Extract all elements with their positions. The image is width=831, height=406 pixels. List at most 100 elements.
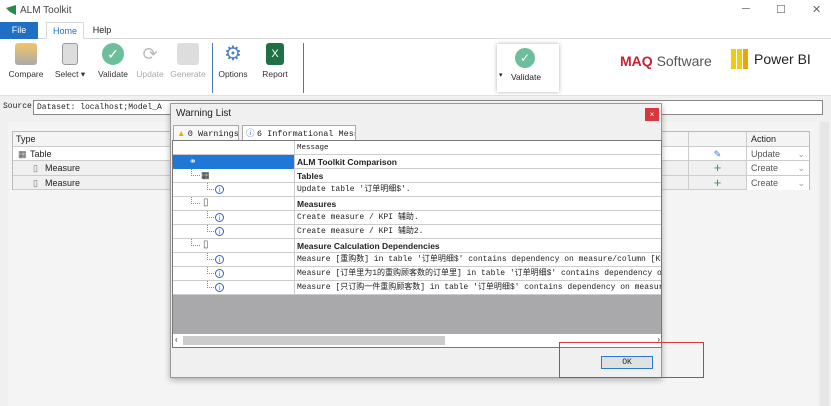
tab-warnings[interactable]: ▲ 0 Warnings xyxy=(173,125,239,140)
options-button[interactable]: ⚙ Options xyxy=(212,43,254,79)
report-label: Report xyxy=(262,69,288,79)
tree-line xyxy=(207,183,214,190)
measure-icon: ▯ xyxy=(33,163,38,173)
minimize-button[interactable]: ─ xyxy=(742,3,750,15)
gear-icon: ⚙ xyxy=(224,43,242,65)
row-type: Measure xyxy=(45,163,81,173)
message-text: Create measure / KPI 辅助. xyxy=(297,213,419,222)
tree-cell: ⚭ xyxy=(173,155,295,169)
validate-button[interactable]: ✓ Validate xyxy=(92,43,134,79)
chevron-down-icon: ▾ xyxy=(80,69,86,79)
info-icon: i xyxy=(215,185,224,194)
message-header: Message xyxy=(297,144,329,152)
tree-row[interactable]: ▯ Measures xyxy=(173,197,661,211)
scroll-left-icon[interactable]: ‹ xyxy=(175,335,178,344)
checklist-icon xyxy=(62,43,78,65)
action-dropdown[interactable]: Update ⌄ xyxy=(746,146,809,161)
row-type: Measure xyxy=(45,177,81,188)
tree-cell: i xyxy=(173,211,295,225)
message-text: Tables xyxy=(297,171,324,181)
tree-row[interactable]: ▦ Tables xyxy=(173,169,661,183)
tree-row[interactable]: i Measure [只订购一件重购顾客数] in table '订单明细$' c… xyxy=(173,281,662,295)
refresh-icon: ⟳ xyxy=(142,44,158,64)
tree-row[interactable]: ▯ Measure Calculation Dependencies xyxy=(173,239,661,253)
tree-line xyxy=(191,197,200,204)
script-icon xyxy=(177,43,199,65)
tree-cell: ▦ xyxy=(173,169,295,183)
generate-script-button[interactable]: Generate xyxy=(167,43,209,79)
tree-line xyxy=(207,267,214,274)
tree-line xyxy=(191,239,200,246)
tree-row[interactable]: i Update table '订单明细$'. xyxy=(173,183,661,197)
info-icon: i xyxy=(215,255,224,264)
comparison-icon: ⚭ xyxy=(189,156,197,166)
tree-cell: i xyxy=(173,183,295,197)
close-window-button[interactable]: ✕ xyxy=(812,3,821,16)
report-differences-button[interactable]: X Report xyxy=(254,43,296,79)
measure-icon: ▯ xyxy=(203,239,209,250)
maximize-button[interactable]: ☐ xyxy=(776,3,786,16)
tab-file[interactable]: File xyxy=(0,22,38,39)
message-text: Update table '订单明细$'. xyxy=(297,185,411,194)
tree-line xyxy=(191,169,200,176)
info-icon: i xyxy=(215,213,224,222)
tree-row[interactable]: i Create measure / KPI 辅助. xyxy=(173,211,661,225)
tree-cell: i xyxy=(173,281,295,295)
message-text: Measure [重购数] in table '订单明细$' contains … xyxy=(297,255,662,264)
message-text: ALM Toolkit Comparison xyxy=(297,157,397,167)
tree-row[interactable]: i Create measure / KPI 辅助2. xyxy=(173,225,661,239)
table-icon: ▦ xyxy=(18,148,27,159)
tab-info-label: 6 Informational Messag xyxy=(256,129,355,139)
tree-row[interactable]: ⚭ ALM Toolkit Comparison xyxy=(173,155,661,169)
select-actions-button[interactable]: Select ▾ xyxy=(49,43,91,80)
vertical-scrollbar[interactable] xyxy=(820,122,829,406)
compare-label: Compare xyxy=(8,69,44,79)
update-button[interactable]: ⟳ Update xyxy=(129,43,171,79)
measure-icon: ▯ xyxy=(33,177,38,188)
plus-icon: + xyxy=(688,161,746,175)
tree-cell: ▯ xyxy=(173,197,295,211)
tab-informational[interactable]: ⓘ 6 Informational Messag xyxy=(242,125,356,140)
message-text: Measure [订单里为1的重购顾客数的订单里] in table '订单明细… xyxy=(297,269,662,278)
action-value: Create xyxy=(751,177,779,188)
tab-home[interactable]: Home xyxy=(46,22,84,39)
action-dropdown[interactable]: Create ⌄ xyxy=(746,161,809,175)
tree-cell: ▯ xyxy=(173,239,295,253)
type-header: Type xyxy=(16,134,36,144)
floating-validate-popup: ✓ ▾ Validate xyxy=(497,44,559,92)
action-dropdown[interactable]: Create ⌄ xyxy=(746,175,809,190)
source-label: Source xyxy=(3,102,32,111)
tree-cell: i xyxy=(173,253,295,267)
info-icon: i xyxy=(215,227,224,236)
list-header: Message xyxy=(173,141,661,155)
action-header: Action xyxy=(746,132,776,146)
powerbi-text: Power BI xyxy=(754,51,811,67)
info-icon: i xyxy=(215,269,224,278)
table-icon: ▦ xyxy=(201,170,210,180)
plus-icon: + xyxy=(688,175,746,190)
info-icon: i xyxy=(215,283,224,292)
warning-list-dialog: Warning List × ▲ 0 Warnings ⓘ 6 Informat… xyxy=(170,103,662,378)
tree-row[interactable]: i Measure [重购数] in table '订单明细$' contains… xyxy=(173,253,662,267)
checkmark-icon: ✓ xyxy=(102,43,124,65)
app-logo-icon xyxy=(6,5,16,15)
scrollbar-thumb[interactable] xyxy=(183,336,445,345)
options-label: Options xyxy=(218,69,248,79)
window-title: ALM Toolkit xyxy=(20,5,72,16)
info-icon: ⓘ xyxy=(246,128,255,138)
validate-button[interactable]: Validate xyxy=(511,72,541,82)
action-value: Create xyxy=(751,163,779,173)
generate-label: Generate xyxy=(170,69,206,79)
message-text: Measure [只订购一件重购顾客数] in table '订单明细$' co… xyxy=(297,283,662,292)
tree-cell: i xyxy=(173,225,295,239)
tree-cell: i xyxy=(173,267,295,281)
validate-label: Validate xyxy=(97,69,129,79)
powerbi-logo-icon xyxy=(731,49,748,69)
dialog-title: Warning List xyxy=(176,108,232,119)
compare-button[interactable]: Compare xyxy=(5,43,47,79)
tree-line xyxy=(207,211,214,218)
message-text: Measures xyxy=(297,199,337,209)
tree-row[interactable]: i Measure [订单里为1的重购顾客数的订单里] in table '订单明… xyxy=(173,267,662,281)
dialog-close-button[interactable]: × xyxy=(645,108,659,121)
tab-help[interactable]: Help xyxy=(88,22,116,39)
